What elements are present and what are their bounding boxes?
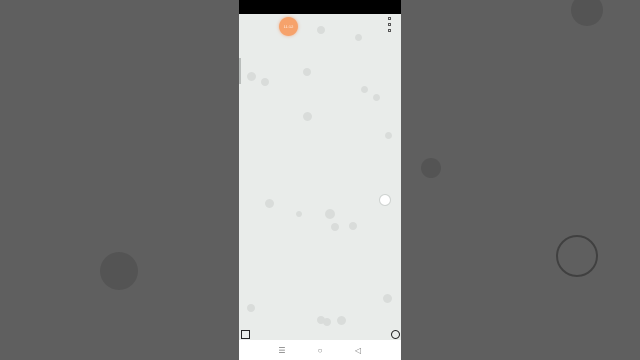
particle	[265, 199, 274, 208]
square-button[interactable]	[241, 330, 250, 339]
blurred-dot	[100, 252, 138, 290]
app-canvas[interactable]: 11:12	[239, 14, 401, 340]
blurred-dot	[571, 0, 603, 26]
particle	[325, 209, 335, 219]
fab-label: 11:12	[283, 23, 294, 29]
particle	[383, 294, 392, 303]
blurred-backdrop-left	[0, 0, 239, 360]
toggle-knob[interactable]	[379, 194, 391, 206]
particle	[349, 222, 357, 230]
particle	[385, 132, 392, 139]
status-bar	[239, 0, 401, 14]
blurred-ring	[556, 235, 598, 277]
phone-screen: 11:12 ☰ ○ ◁	[239, 0, 401, 360]
particle	[247, 304, 255, 312]
floating-action-button[interactable]: 11:12	[279, 17, 298, 36]
particle	[247, 72, 256, 81]
particle	[361, 86, 368, 93]
particle	[355, 34, 362, 41]
particle	[296, 211, 302, 217]
back-icon[interactable]: ◁	[351, 346, 365, 355]
blurred-dot	[421, 158, 441, 178]
home-icon[interactable]: ○	[313, 346, 327, 355]
circle-button[interactable]	[391, 330, 400, 339]
particle	[323, 318, 331, 326]
edge-swipe-handle[interactable]	[239, 58, 241, 84]
particle	[373, 94, 380, 101]
blurred-backdrop-right	[401, 0, 640, 360]
system-nav-bar: ☰ ○ ◁	[239, 340, 401, 360]
particle	[303, 112, 312, 121]
particle	[261, 78, 269, 86]
more-menu-icon[interactable]	[387, 16, 393, 34]
particle	[331, 223, 339, 231]
particle	[337, 316, 346, 325]
recents-menu-icon[interactable]: ☰	[275, 346, 289, 355]
particle	[317, 26, 325, 34]
particle	[303, 68, 311, 76]
